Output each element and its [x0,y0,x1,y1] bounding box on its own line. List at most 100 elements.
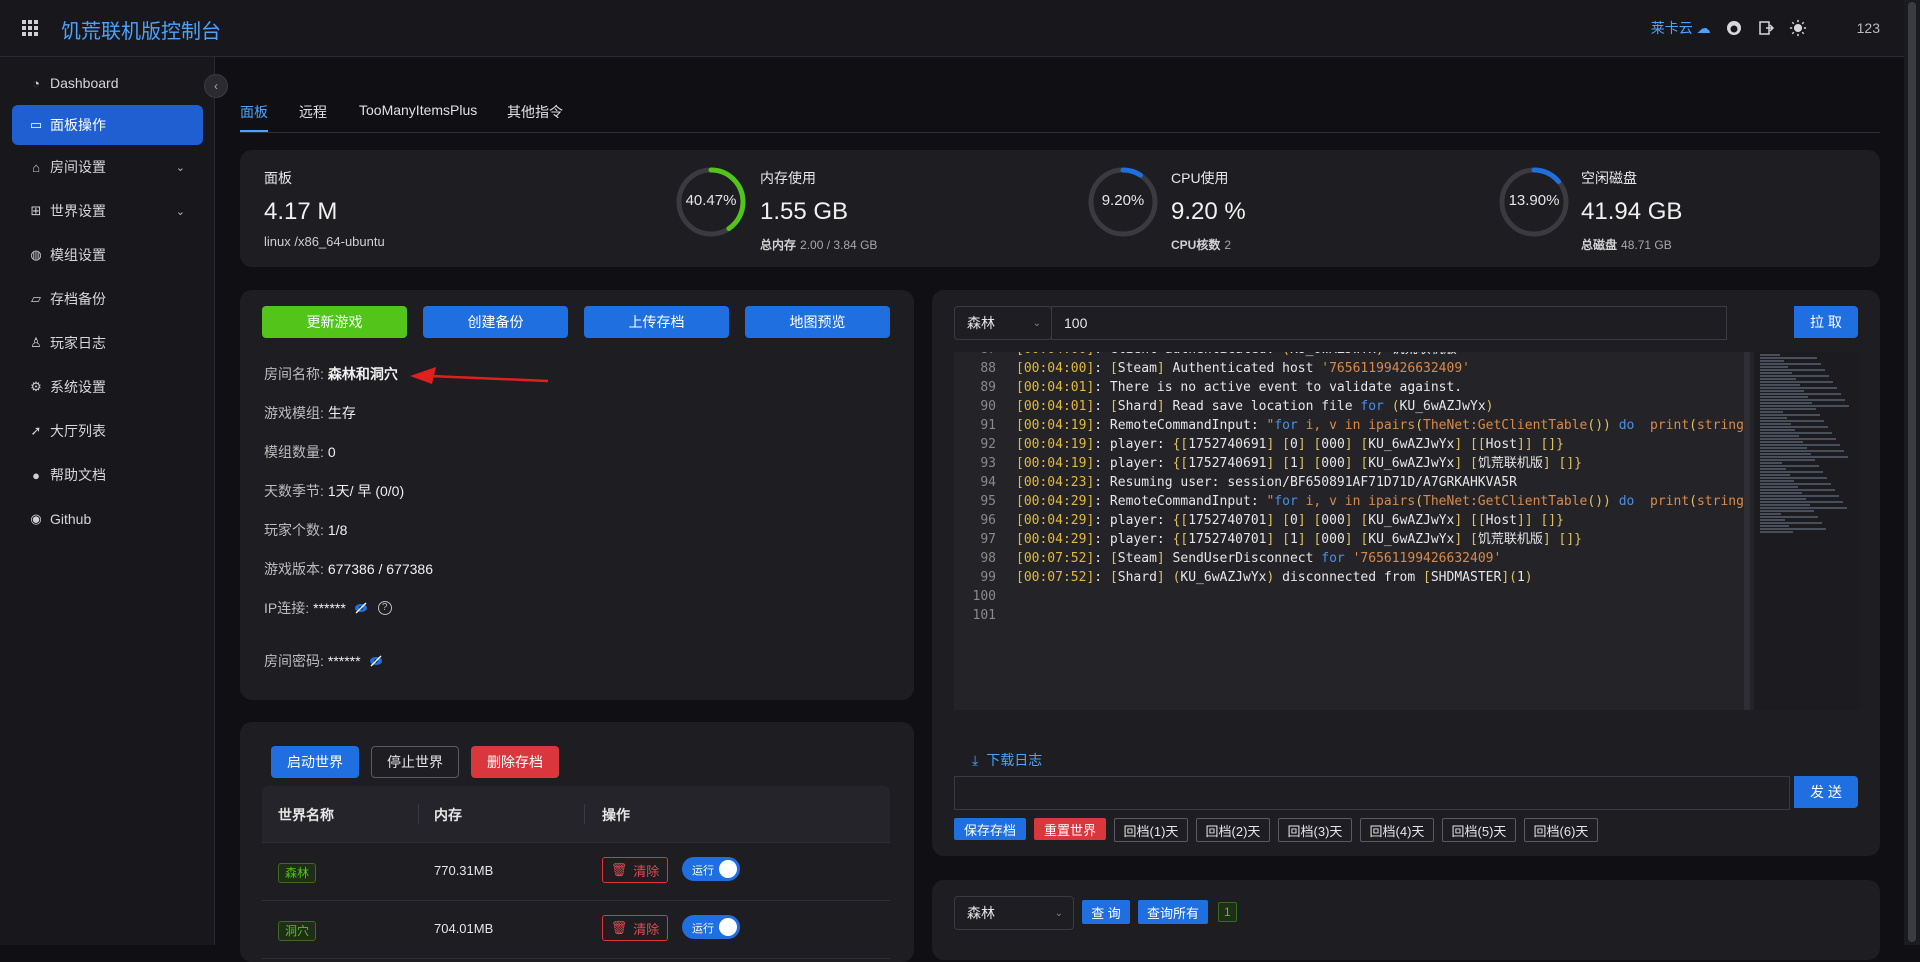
apps-grid-icon[interactable] [22,20,38,36]
chevron-down-icon: ⌄ [1032,317,1041,329]
start-world-button[interactable]: 启动世界 [271,746,359,778]
map-preview-button[interactable]: 地图预览 [745,306,890,338]
update-game-button[interactable]: 更新游戏 [262,306,407,338]
minimap-line [1760,483,1831,485]
log-world-select[interactable]: 森林 ⌄ [954,306,1052,340]
minimap-line [1760,357,1817,359]
sidebar-item-player-log[interactable]: ♙ 玩家日志 [12,323,203,363]
theme-sun-icon[interactable] [1789,19,1807,37]
rollback-6-button[interactable]: 回档(6)天 [1524,818,1598,842]
cpu-ring: 9.20% [1086,165,1160,239]
panel-stat-title: 面板 [264,170,292,186]
sidebar-item-panel[interactable]: ▭ 面板操作 [12,105,203,145]
sidebar-item-world-settings[interactable]: ⊞ 世界设置 ⌄ [12,191,203,231]
tab-remote[interactable]: 远程 [299,102,327,122]
eye-slash-icon[interactable] [354,601,368,615]
sidebar-item-mods[interactable]: ◍ 模组设置 [12,235,203,275]
sidebar-item-lobby[interactable]: ➚ 大厅列表 [12,411,203,451]
rollback-2-button[interactable]: 回档(2)天 [1196,818,1270,842]
player-count-badge: 1 [1218,902,1237,922]
minimap-line [1760,468,1786,470]
sidebar-item-dashboard[interactable]: ◔ Dashboard [12,63,203,103]
world-name-tag: 洞穴 [278,921,317,941]
sidebar-item-room-settings[interactable]: ⌂ 房间设置 ⌄ [12,147,203,187]
query-button[interactable]: 查 询 [1082,900,1130,924]
minimap-line [1760,531,1793,533]
clear-button[interactable]: 🗑 清除 [602,857,668,883]
log-viewer[interactable]: 87[00:04:00]: Client authenticated: (KU_… [954,352,1860,710]
table-header: 世界名称 内存 操作 [262,786,890,843]
memory-ring: 40.47% [674,165,748,239]
minimap-line [1760,465,1819,467]
reset-world-button[interactable]: 重置世界 [1034,818,1106,840]
create-backup-button[interactable]: 创建备份 [423,306,568,338]
season: 1天/ 早 (0/0) [327,483,405,499]
github-icon[interactable] [1725,19,1743,37]
log-line: 101 [972,608,996,623]
minimap-line [1760,495,1839,497]
minimap-line [1760,489,1835,491]
rollback-5-button[interactable]: 回档(5)天 [1442,818,1516,842]
send-command-button[interactable]: 发 送 [1794,776,1858,808]
gear-icon: ⚙ [30,379,42,394]
scrollbar-thumb[interactable] [1908,2,1916,942]
rocket-icon: ➚ [30,423,42,438]
page-scrollbar[interactable] [1904,0,1920,945]
minimap-line [1760,411,1783,413]
minimap-line [1760,510,1814,512]
minimap-line [1760,525,1789,527]
player-world-select[interactable]: 森林 ⌄ [954,896,1074,930]
download-log-link[interactable]: ⤓ 下载日志 [972,750,1042,770]
log-scrollbar[interactable] [1744,352,1750,710]
minimap-line [1760,432,1832,434]
sidebar-item-system-settings[interactable]: ⚙ 系统设置 [12,367,203,407]
command-input[interactable] [954,776,1790,810]
run-toggle[interactable]: 运行 [682,857,740,881]
log-lines-input[interactable]: 100 [1051,306,1727,340]
eye-slash-icon[interactable] [369,654,383,668]
player-query-card: 森林 ⌄ 查 询 查询所有 1 [932,880,1880,960]
stop-world-button[interactable]: 停止世界 [371,746,459,778]
sponsor-link[interactable]: 莱卡云 ☁ [1651,18,1711,38]
minimap-line [1760,405,1849,407]
minimap-line [1760,528,1826,530]
tab-other-commands[interactable]: 其他指令 [507,102,563,122]
minimap-line [1760,366,1788,368]
rollback-1-button[interactable]: 回档(1)天 [1114,818,1188,842]
minimap-line [1760,447,1807,449]
disk-percent: 13.90% [1508,192,1560,209]
sidebar-item-github[interactable]: ◉ Github [12,499,203,539]
delete-save-button[interactable]: 删除存档 [471,746,559,778]
disk-total: 总磁盘 48.71 GB [1581,238,1672,252]
tab-toomanyitems[interactable]: TooManyItemsPlus [359,102,477,118]
disk-value: 41.94 GB [1581,198,1683,225]
query-all-button[interactable]: 查询所有 [1138,900,1208,924]
season-row: 天数季节: 1天/ 早 (0/0) [264,483,405,499]
fetch-log-button[interactable]: 拉 取 [1794,306,1858,338]
save-archive-button[interactable]: 保存存档 [954,818,1026,840]
run-toggle[interactable]: 运行 [682,915,740,939]
sidebar-item-help[interactable]: ● 帮助文档 [12,455,203,495]
user-name[interactable]: 123 [1857,20,1880,36]
rollback-3-button[interactable]: 回档(3)天 [1278,818,1352,842]
header-actions: 莱卡云 ☁ 123 [1651,0,1880,56]
minimap-line [1760,504,1810,506]
tab-panel[interactable]: 面板 [240,102,268,122]
sidebar-item-backup[interactable]: ▱ 存档备份 [12,279,203,319]
chevron-down-icon: ⌄ [175,205,185,218]
logout-icon[interactable] [1757,19,1775,37]
download-icon: ⤓ [972,751,979,768]
ip-masked: ****** [313,600,346,616]
active-tab-indicator [240,130,268,132]
clear-button[interactable]: 🗑 清除 [602,915,668,941]
log-line: 100 [972,589,996,604]
sidebar-collapse-button[interactable]: ‹ [204,74,228,98]
help-circle-icon[interactable]: ? [377,601,392,615]
globe-icon: ◍ [30,247,42,262]
minimap-line [1760,354,1780,356]
log-minimap[interactable] [1754,352,1860,710]
world-memory: 770.31MB [434,863,494,878]
minimap-line [1760,498,1806,500]
rollback-4-button[interactable]: 回档(4)天 [1360,818,1434,842]
upload-save-button[interactable]: 上传存档 [584,306,729,338]
